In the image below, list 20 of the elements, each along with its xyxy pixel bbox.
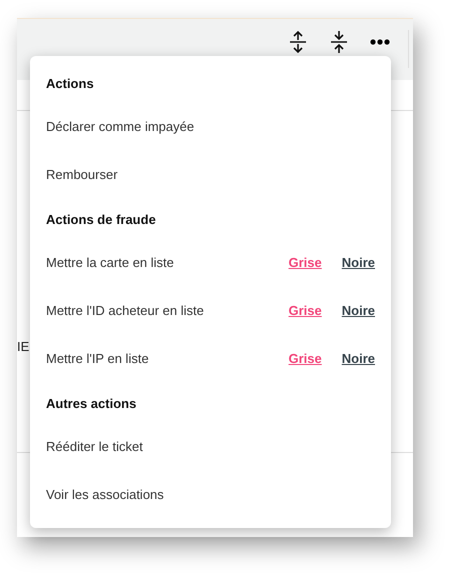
more-icon[interactable]: [370, 39, 390, 45]
menu-item[interactable]: Mettre l'IP en liste: [46, 350, 289, 366]
menu-item[interactable]: Voir les associations: [46, 486, 375, 502]
section-heading: Actions: [46, 76, 94, 91]
expand-icon[interactable]: [288, 30, 308, 54]
list-link[interactable]: Grise: [288, 350, 322, 366]
list-link[interactable]: Noire: [342, 254, 375, 270]
menu-item[interactable]: Mettre la carte en liste: [46, 254, 289, 270]
menu-item[interactable]: Mettre l'ID acheteur en liste: [46, 302, 289, 318]
list-link[interactable]: Grise: [288, 302, 322, 318]
list-link[interactable]: Grise: [288, 254, 322, 270]
menu-item[interactable]: Déclarer comme impayée: [46, 118, 375, 134]
list-link[interactable]: Noire: [342, 302, 375, 318]
section-heading: Actions de fraude: [46, 212, 156, 227]
menu-item[interactable]: Rembourser: [46, 166, 375, 182]
section-heading: Autres actions: [46, 396, 136, 411]
collapse-icon[interactable]: [329, 30, 349, 54]
list-link[interactable]: Noire: [342, 350, 375, 366]
partial-text: IE: [17, 339, 30, 354]
menu-item[interactable]: Rééditer le ticket: [46, 438, 375, 454]
